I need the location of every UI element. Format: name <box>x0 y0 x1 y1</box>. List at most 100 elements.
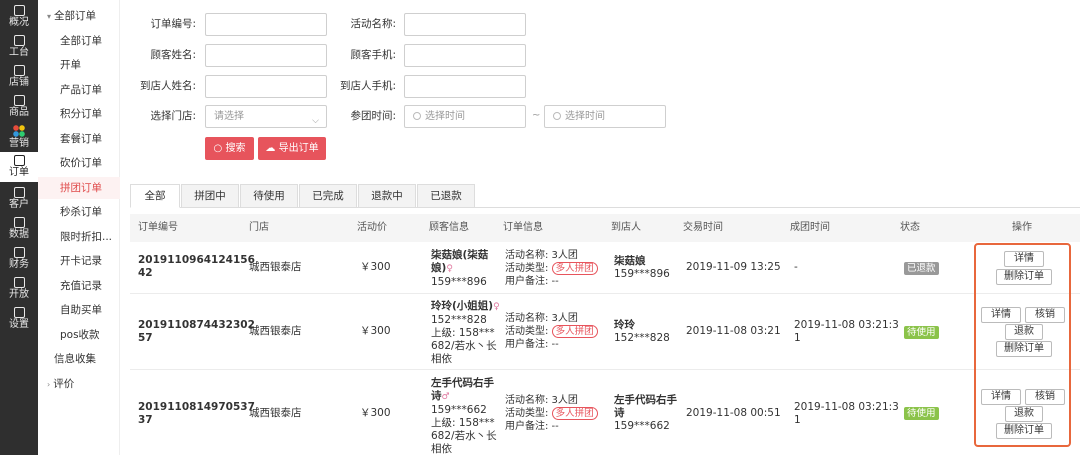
primary-nav-rail: 概况 工台 店铺 商品 营销 订单 客户 数据 财务 开放 设置 <box>0 0 38 455</box>
settings-icon <box>13 307 25 318</box>
submenu-item-all-orders[interactable]: 全部订单 <box>38 30 120 52</box>
tab-all[interactable]: 全部 <box>130 184 180 208</box>
tab-grouping[interactable]: 拼团中 <box>181 184 239 208</box>
col-customer: 顾客信息 <box>429 222 469 233</box>
rail-item-open[interactable]: 开放 <box>0 274 38 304</box>
rail-item-overview[interactable]: 概况 <box>0 2 38 32</box>
store-icon <box>13 65 25 76</box>
group-time: 2019-11-08 03:21:3 1 <box>794 319 899 344</box>
female-icon: ♀ <box>446 264 453 274</box>
rail-item-workbench[interactable]: 工台 <box>0 32 38 62</box>
col-store: 门店 <box>249 222 269 233</box>
group-type-tag: 多人拼团 <box>551 407 598 420</box>
activity-name-label: 活动名称: <box>350 18 396 30</box>
submenu-item-package-orders[interactable]: 套餐订单 <box>38 128 120 150</box>
tab-pending-use[interactable]: 待使用 <box>240 184 298 208</box>
order-number: 2019110814970537 37 <box>138 401 255 426</box>
col-order-no: 订单编号 <box>138 222 178 233</box>
visitor-info: 玲玲 152***828 <box>614 319 670 344</box>
search-button[interactable]: ○ 搜索 <box>205 137 254 160</box>
order-info: 活动名称: 3人团 活动类型: 多人拼团 用户备注: -- <box>505 394 598 433</box>
visitor-name-label: 到店人姓名: <box>139 80 196 92</box>
submenu-item-discount-orders[interactable]: 限时折扣... <box>38 226 120 248</box>
activity-name-input[interactable] <box>404 13 526 36</box>
submenu-item-group-orders[interactable]: 拼团订单 <box>38 177 120 199</box>
table-row: 2019110964124156 42 城西银泰店 ￥300 柒菇娘(柒菇 娘)♀ 1… <box>130 242 1080 294</box>
submenu-item-flash-orders[interactable]: 秒杀订单 <box>38 201 120 223</box>
store-select[interactable]: 请选择 ⌵ <box>205 105 327 128</box>
group-time: - <box>794 261 798 273</box>
table-row: 2019110814970537 37 城西银泰店 ￥300 左手代码右手 诗♂ 15… <box>130 370 1080 455</box>
submenu-item-info-collect[interactable]: 信息收集 <box>38 348 120 370</box>
tab-completed[interactable]: 已完成 <box>299 184 357 208</box>
col-visitor: 到店人 <box>611 222 641 233</box>
order-number: 2019110874432302 57 <box>138 319 255 344</box>
col-trade-time: 交易时间 <box>683 222 723 233</box>
group-time-start-input[interactable]: 选择时间 <box>404 105 526 128</box>
order-number: 2019110964124156 42 <box>138 254 255 279</box>
group-time: 2019-11-08 03:21:3 1 <box>794 401 899 426</box>
order-no-label: 订单编号: <box>150 18 196 30</box>
goods-icon <box>13 95 25 106</box>
female-icon: ♀ <box>493 302 500 312</box>
rail-item-data[interactable]: 数据 <box>0 214 38 244</box>
male-icon: ♂ <box>441 392 450 402</box>
tab-refunded[interactable]: 已退款 <box>417 184 475 208</box>
col-group-time: 成团时间 <box>790 222 830 233</box>
status-badge: 已退款 <box>904 262 939 275</box>
range-separator: ~ <box>532 110 541 121</box>
group-time-end-input[interactable]: 选择时间 <box>544 105 666 128</box>
open-icon <box>13 277 25 288</box>
activity-price: ￥300 <box>360 261 391 273</box>
submenu-item-points-orders[interactable]: 积分订单 <box>38 103 120 125</box>
submenu-group-all-orders[interactable]: ▾ 全部订单 <box>38 5 120 27</box>
customer-info: 玲玲(小姐姐)♀ 152***828 上级: 158*** 682/若水丶长 相依 <box>431 300 500 365</box>
group-time-label: 参团时间: <box>350 110 396 122</box>
status-badge: 待使用 <box>904 326 939 339</box>
trade-time: 2019-11-08 03:21 <box>686 325 781 337</box>
visitor-phone-input[interactable] <box>404 75 526 98</box>
finance-icon <box>13 247 25 258</box>
export-orders-button[interactable]: ☁ 导出订单 <box>258 137 326 160</box>
order-no-input[interactable] <box>205 13 327 36</box>
trade-time: 2019-11-09 13:25 <box>686 261 781 273</box>
order-info: 活动名称: 3人团 活动类型: 多人拼团 用户备注: -- <box>505 249 598 288</box>
activity-price: ￥300 <box>360 325 391 337</box>
customer-info: 左手代码右手 诗♂ 159***662 上级: 158*** 682/若水丶长 相依 <box>431 377 497 455</box>
rail-item-finance[interactable]: 财务 <box>0 244 38 274</box>
col-order-info: 订单信息 <box>503 222 543 233</box>
submenu-item-pos[interactable]: pos收款 <box>38 324 120 346</box>
customer-name-input[interactable] <box>205 44 327 67</box>
submenu-item-card-records[interactable]: 开卡记录 <box>38 250 120 272</box>
store-name: 城西银泰店 <box>249 325 302 337</box>
submenu-item-product-orders[interactable]: 产品订单 <box>38 79 120 101</box>
caret-down-icon: ▾ <box>47 12 52 21</box>
rail-item-customer[interactable]: 客户 <box>0 184 38 214</box>
col-price: 活动价 <box>357 222 387 233</box>
customer-name-label: 顾客姓名: <box>150 49 196 61</box>
rail-item-marketing[interactable]: 营销 <box>0 122 38 152</box>
table-header: 订单编号 门店 活动价 顾客信息 订单信息 到店人 交易时间 成团时间 状态 操… <box>130 214 1080 242</box>
rail-item-goods[interactable]: 商品 <box>0 92 38 122</box>
group-type-tag: 多人拼团 <box>551 262 598 275</box>
trade-time: 2019-11-08 00:51 <box>686 407 781 419</box>
store-name: 城西银泰店 <box>249 407 302 419</box>
rail-item-orders[interactable]: 订单 <box>0 152 38 182</box>
visitor-name-input[interactable] <box>205 75 327 98</box>
submenu-item-open-order[interactable]: 开单 <box>38 54 120 76</box>
visitor-phone-label: 到店人手机: <box>339 80 396 92</box>
submenu-group-review[interactable]: › 评价 <box>38 373 120 395</box>
submenu-item-self-checkout[interactable]: 自助买单 <box>38 299 120 321</box>
status-badge: 待使用 <box>904 407 939 420</box>
workbench-icon <box>13 35 25 46</box>
rail-item-store[interactable]: 店铺 <box>0 62 38 92</box>
tab-refunding[interactable]: 退款中 <box>358 184 416 208</box>
rail-item-settings[interactable]: 设置 <box>0 304 38 334</box>
submenu-item-bargain-orders[interactable]: 砍价订单 <box>38 152 120 174</box>
customer-icon <box>13 187 25 198</box>
order-info: 活动名称: 3人团 活动类型: 多人拼团 用户备注: -- <box>505 312 598 351</box>
submenu-item-recharge-records[interactable]: 充值记录 <box>38 275 120 297</box>
customer-phone-input[interactable] <box>404 44 526 67</box>
table-row: 2019110874432302 57 城西银泰店 ￥300 玲玲(小姐姐)♀ 15… <box>130 294 1080 370</box>
order-submenu: ▾ 全部订单 全部订单 开单 产品订单 积分订单 套餐订单 砍价订单 拼团订单 秒… <box>38 0 120 455</box>
